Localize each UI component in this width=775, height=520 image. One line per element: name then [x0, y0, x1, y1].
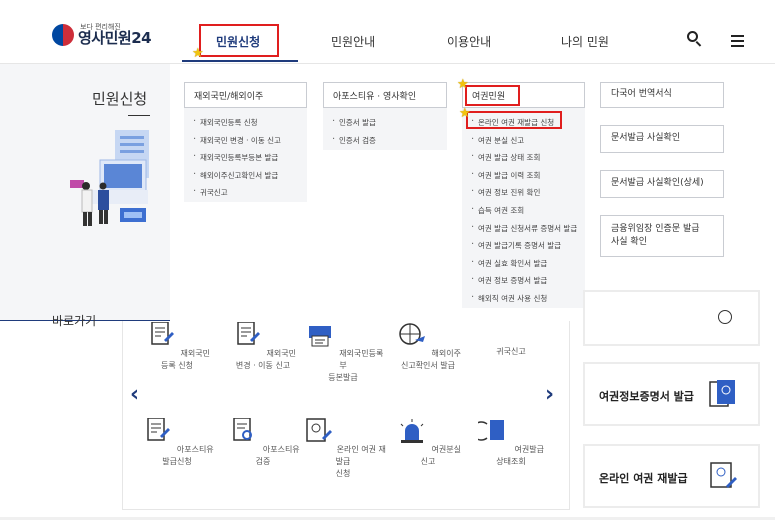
list-item[interactable]: 재외국민등록부등본 발급	[192, 148, 281, 167]
list-item[interactable]: 여권 분실 신고	[470, 131, 577, 150]
service-item[interactable]: 귀국신고	[468, 346, 554, 358]
chevron-right-icon[interactable]: ›	[545, 382, 554, 407]
service-item[interactable]: 재외국민등록부 등본발급	[300, 322, 386, 384]
info-circle-icon	[718, 310, 732, 324]
hamburger-menu-icon[interactable]	[729, 32, 747, 50]
quick-links-label: 바로가기	[52, 314, 97, 328]
passport-pen-icon	[710, 462, 737, 488]
mega-menu-title: 민원신청	[92, 90, 148, 108]
highlight-nav-apply	[199, 24, 279, 57]
list-item[interactable]: 여권 정보 증명서 발급	[470, 271, 577, 290]
list-passport: 온라인 여권 재발급 신청 여권 분실 신고 여권 발급 상태 조회 여권 발급…	[470, 113, 577, 308]
list-item[interactable]: 재외국민 변경 · 이동 신고	[192, 131, 281, 150]
list-item[interactable]: 인증서 발급	[331, 113, 376, 132]
column-head-apostille[interactable]: 아포스티유 · 영사확인	[323, 82, 447, 108]
right-card-top[interactable]	[583, 290, 760, 346]
list-item[interactable]: 여권 발급 신청서류 증명서 발급	[470, 219, 577, 238]
document-verify-detail-button[interactable]: 문서발급 사실확인(상세)	[600, 170, 724, 198]
document-pen-icon	[147, 417, 171, 441]
alarm-siren-icon	[400, 419, 424, 443]
passport-pen-icon	[306, 418, 333, 442]
list-item[interactable]: 귀국신고	[192, 183, 281, 202]
list-item[interactable]: 재외국민등록 신청	[192, 113, 281, 132]
service-item[interactable]: 온라인 여권 재발급 신청	[300, 418, 386, 480]
star-icon: ★	[192, 46, 204, 61]
financial-poa-verify-button[interactable]: 금융위임장 인증문 발급 사실 확인	[600, 215, 724, 257]
service-item[interactable]: 재외국민 등록 신청	[134, 321, 220, 372]
search-icon[interactable]	[686, 30, 704, 48]
globe-airplane-icon	[399, 323, 425, 345]
printer-icon	[308, 326, 331, 347]
taegeuk-logo-icon	[52, 24, 74, 46]
list-item[interactable]: 여권 발급기록 증명서 발급	[470, 236, 577, 255]
document-pen-icon	[237, 321, 260, 345]
document-pen-icon	[151, 321, 174, 345]
nav-usage[interactable]: 이용안내	[447, 33, 491, 50]
document-verify-button[interactable]: 문서발급 사실확인	[600, 125, 724, 153]
list-item[interactable]: 해외직 여권 사용 신청	[470, 289, 577, 308]
list-item[interactable]: 해외이주신고확인서 발급	[192, 166, 281, 185]
passport-refresh-icon	[471, 420, 504, 441]
highlight-online-reissue	[466, 111, 562, 129]
nav-guide[interactable]: 민원안내	[331, 33, 375, 50]
multilingual-forms-button[interactable]: 다국어 번역서식	[600, 82, 724, 108]
service-item[interactable]: 아포스티유 검증	[220, 417, 306, 468]
list-item[interactable]: 여권 발급 상태 조회	[470, 148, 577, 167]
list-item[interactable]: 여권 실효 확인서 발급	[470, 254, 577, 273]
service-item[interactable]: 해외이주 신고확인서 발급	[385, 322, 471, 372]
site-header: 보다 편리해진 영사민원24 민원신청 민원안내 이용안내 나의 민원	[0, 0, 775, 64]
star-icon: ★	[457, 77, 469, 92]
chevron-left-icon[interactable]: ‹	[130, 382, 139, 407]
certificate-search-icon	[233, 417, 253, 441]
site-logo[interactable]: 보다 편리해진 영사민원24	[52, 24, 152, 47]
passport-certificate-icon	[709, 380, 735, 407]
highlight-passport-head	[465, 85, 520, 106]
column-head-overseas[interactable]: 재외국민/해외이주	[184, 82, 307, 108]
list-item[interactable]: 인증서 검증	[331, 131, 376, 150]
service-item[interactable]: 여권발급 상태조회	[468, 418, 554, 468]
online-passport-reissue-card[interactable]: 온라인 여권 재발급	[583, 444, 760, 508]
star-icon: ★	[459, 106, 471, 121]
logo-title: 영사민원24	[78, 29, 152, 47]
list-overseas: 재외국민등록 신청 재외국민 변경 · 이동 신고 재외국민등록부등본 발급 해…	[192, 113, 281, 202]
service-item[interactable]: 재외국민 변경 · 이동 신고	[220, 321, 306, 372]
title-divider	[128, 115, 150, 116]
list-item[interactable]: 여권 발급 이력 조회	[470, 166, 577, 185]
list-item[interactable]: 습득 여권 조회	[470, 201, 577, 220]
list-apostille: 인증서 발급 인증서 검증	[331, 113, 376, 150]
passport-info-cert-card[interactable]: 여권정보증명서 발급	[583, 362, 760, 426]
nav-my[interactable]: 나의 민원	[561, 33, 609, 50]
service-item[interactable]: 아포스티유 발급신청	[134, 417, 220, 468]
office-illustration	[70, 130, 149, 226]
service-item[interactable]: 여권분실 신고	[385, 418, 471, 468]
list-item[interactable]: 여권 정보 진위 확인	[470, 183, 577, 202]
